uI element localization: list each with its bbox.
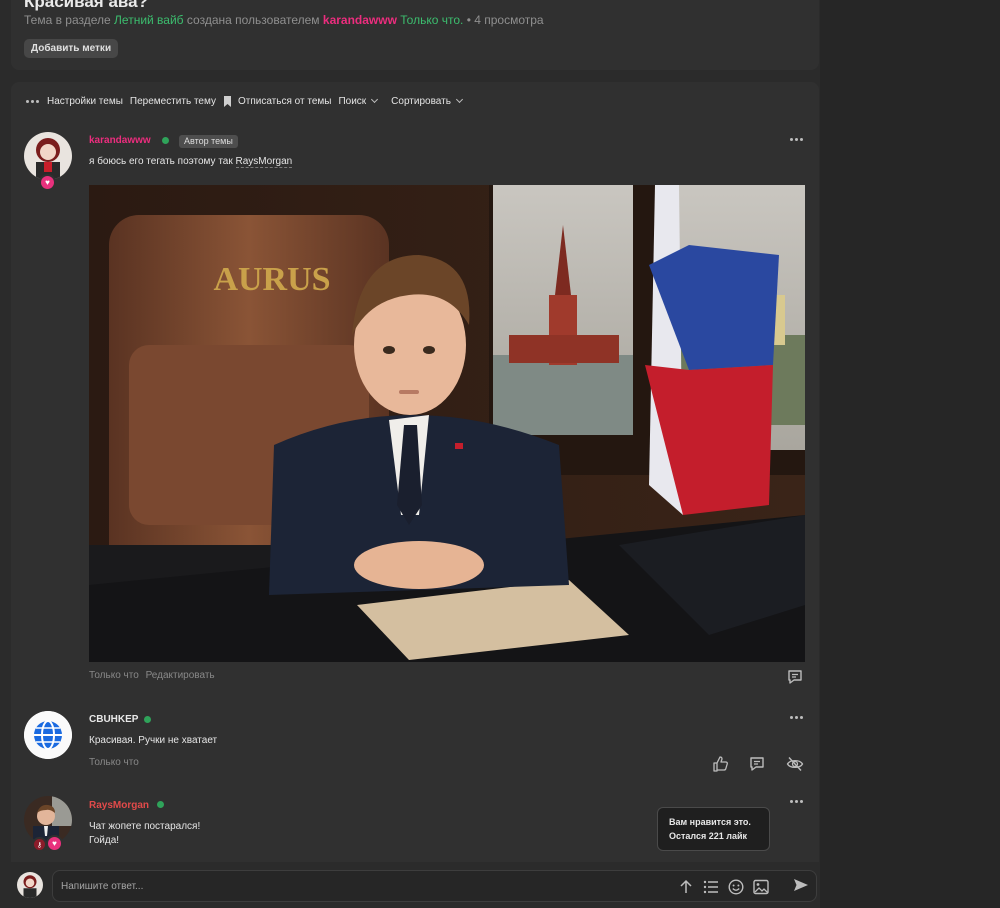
reply-composer-row	[0, 862, 820, 908]
chair-text: AURUS	[213, 261, 330, 298]
topic-time[interactable]: Только что.	[400, 13, 463, 27]
reply-icon[interactable]	[748, 755, 766, 773]
heart-badge-icon: ♥	[46, 835, 63, 852]
search-label: Поиск	[338, 95, 367, 107]
thread-container: Настройки темы Переместить тему Отписать…	[11, 82, 819, 908]
post-time[interactable]: Только что	[89, 670, 139, 681]
post-text-content: я боюсь его тегать поэтому так	[89, 156, 233, 167]
key-badge-icon: ⚷	[32, 837, 47, 852]
sort-dropdown[interactable]: Сортировать	[391, 95, 463, 107]
heart-badge-icon: ♥	[39, 174, 56, 191]
unsubscribe-button[interactable]: Отписаться от темы	[223, 95, 332, 107]
reply-icon[interactable]	[786, 668, 804, 686]
post-item: CBUHKEP Красивая. Ручки не хватает Тольк…	[11, 710, 819, 790]
post-time[interactable]: Только что	[89, 757, 139, 768]
list-icon[interactable]	[703, 879, 719, 895]
reply-editor	[52, 870, 817, 902]
arrow-up-icon[interactable]	[678, 879, 694, 895]
emoji-icon[interactable]	[728, 879, 744, 895]
post-meta: Только что Редактировать	[89, 670, 215, 681]
move-thread-label: Переместить тему	[129, 95, 216, 107]
post-username[interactable]: karandawww	[89, 135, 151, 146]
post-more-icon[interactable]	[790, 715, 804, 721]
reply-input[interactable]	[61, 871, 661, 901]
section-link[interactable]: Летний вайб	[114, 13, 184, 27]
post-image[interactable]: AURUS	[89, 185, 805, 662]
chevron-down-icon	[455, 95, 463, 104]
thread-settings-button[interactable]: Настройки темы	[25, 95, 123, 107]
post-text: я боюсь его тегать поэтому так RaysMorga…	[89, 156, 293, 168]
bookmark-icon	[223, 95, 231, 107]
send-icon[interactable]	[793, 877, 809, 893]
thread-toolbar: Настройки темы Переместить тему Отписать…	[25, 94, 469, 108]
hide-eye-icon[interactable]	[786, 755, 804, 773]
move-thread-button[interactable]: Переместить тему	[130, 96, 216, 107]
more-dots-icon	[25, 95, 41, 107]
avatar[interactable]	[24, 132, 72, 180]
edit-button[interactable]: Редактировать	[146, 670, 215, 681]
page-title: Красивая ава?	[24, 0, 148, 11]
post-username[interactable]: CBUHKEP	[89, 714, 138, 725]
online-status-icon	[157, 801, 164, 808]
online-status-icon	[162, 137, 169, 144]
image-icon[interactable]	[753, 879, 769, 895]
post-text-line: Чат жопете постарался!	[89, 821, 201, 832]
topic-meta: Тема в разделе Летний вайб создана польз…	[24, 13, 544, 27]
post-more-icon[interactable]	[790, 137, 804, 143]
post-text: Красивая. Ручки не хватает	[89, 735, 218, 746]
online-status-icon	[144, 716, 151, 723]
post-username[interactable]: RaysMorgan	[89, 800, 149, 811]
author-badge: Автор темы	[179, 135, 238, 148]
post-more-icon[interactable]	[790, 799, 804, 805]
meta-prefix: Тема в разделе	[24, 13, 111, 27]
post-item: ♥ karandawww Автор темы я боюсь его тега…	[11, 132, 819, 692]
like-tooltip: Вам нравится это. Остался 221 лайк	[657, 807, 770, 851]
search-dropdown[interactable]: Поиск	[338, 95, 379, 107]
avatar[interactable]	[24, 711, 72, 759]
right-sidebar	[820, 0, 1000, 908]
like-icon[interactable]	[711, 755, 729, 773]
author-link[interactable]: karandawww	[323, 13, 397, 27]
topic-header: Красивая ава? Тема в разделе Летний вайб…	[11, 0, 819, 70]
mention-link[interactable]: RaysMorgan	[235, 156, 293, 168]
thread-settings-label: Настройки темы	[47, 95, 123, 107]
sort-label: Сортировать	[391, 95, 451, 107]
add-tags-button[interactable]: Добавить метки	[24, 39, 119, 58]
tooltip-line: Вам нравится это.	[669, 817, 751, 827]
post-text-line: Гойда!	[89, 835, 120, 846]
views-count: • 4 просмотра	[466, 13, 544, 27]
chevron-down-icon	[371, 95, 379, 104]
meta-created-by: создана пользователем	[186, 13, 320, 27]
unsubscribe-label: Отписаться от темы	[237, 95, 332, 107]
avatar	[17, 872, 43, 898]
tooltip-line: Остался 221 лайк	[669, 831, 748, 841]
